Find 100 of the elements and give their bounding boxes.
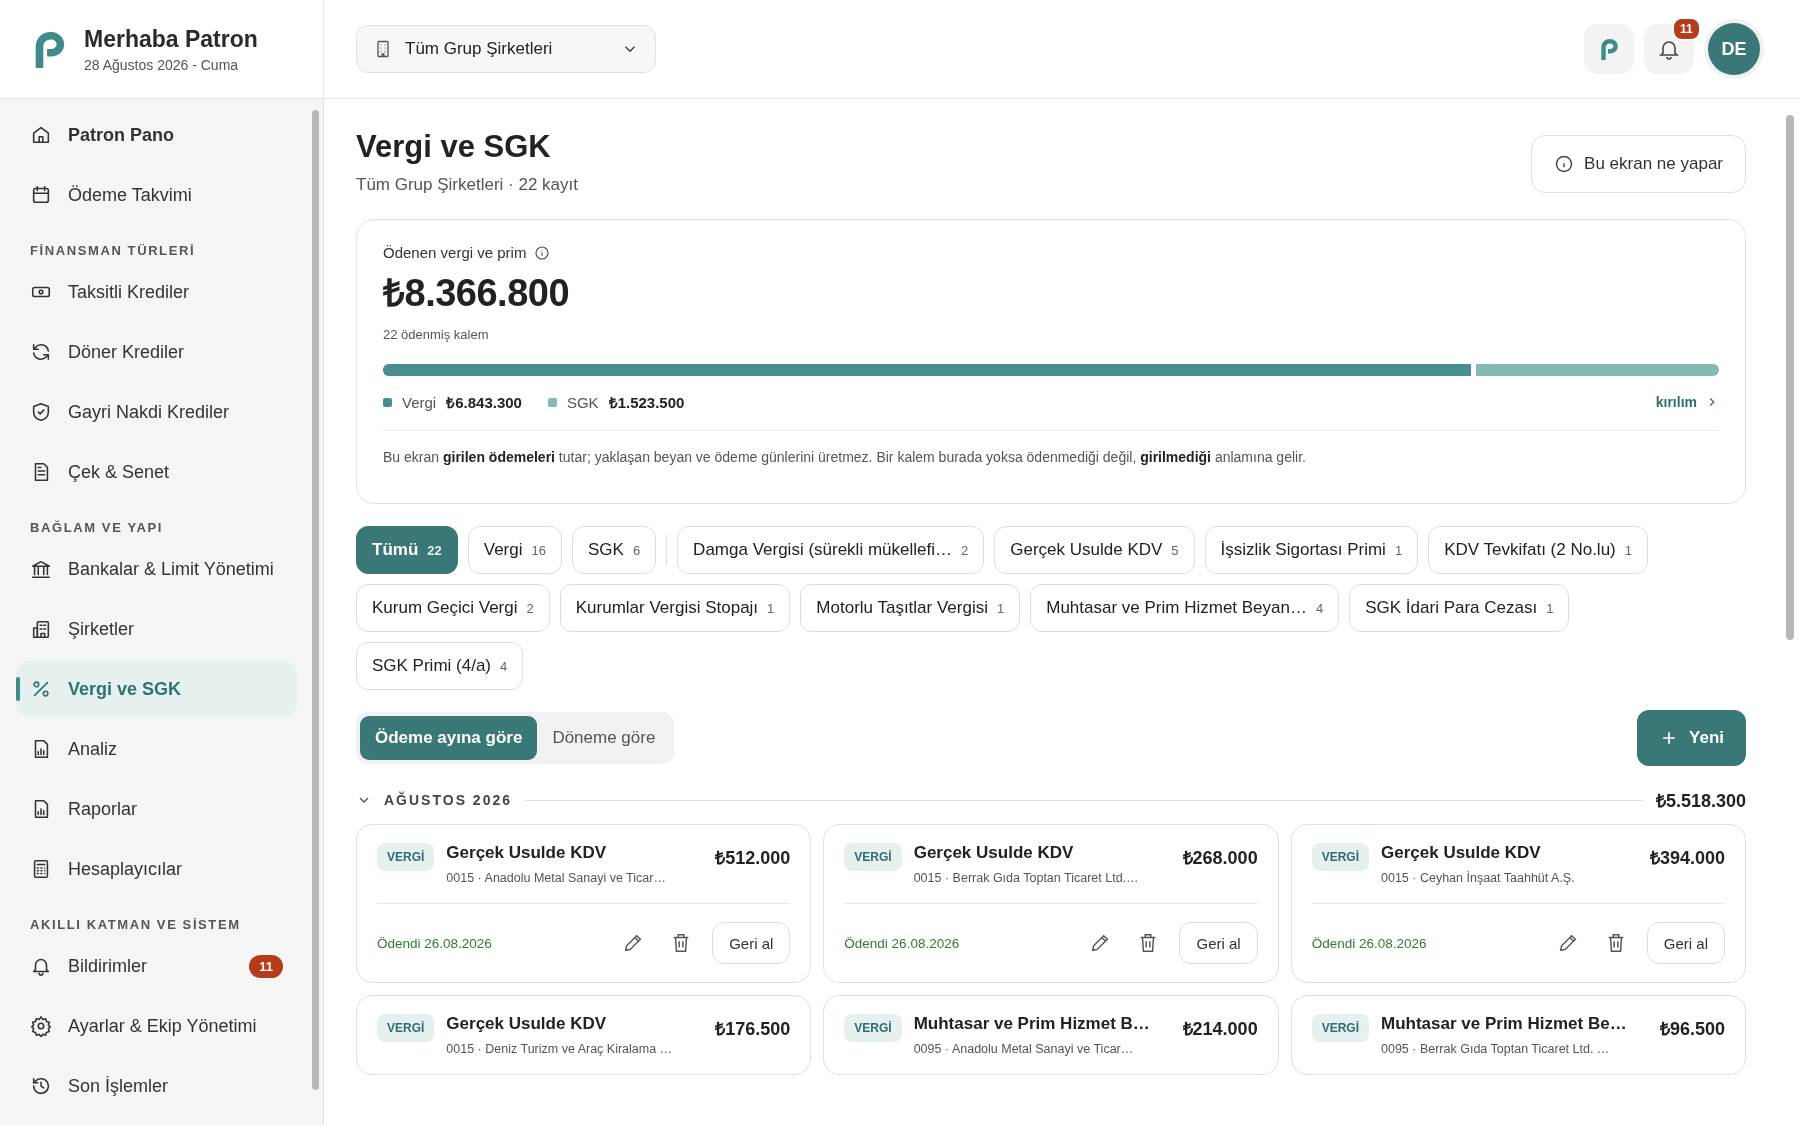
legend-amount: ₺1.523.500 [608,393,685,412]
filter-chip[interactable]: SGK İdari Para Cezası 1 [1349,584,1570,632]
notification-badge: 11 [1672,17,1701,41]
summary-label: Ödenen vergi ve prim [383,244,527,261]
card-amount: ₺512.000 [715,847,791,869]
company-select[interactable]: Tüm Grup Şirketleri [356,25,656,73]
type-tag: VERGİ [844,843,902,871]
count-badge: 11 [249,954,283,978]
scrollbar[interactable] [1786,115,1794,640]
company-text: 0015 · Anadolu Metal Sanayi ve Ticar… [446,871,667,885]
paid-status: Ödendi 26.08.2026 [844,935,960,951]
building-icon [30,618,52,640]
card-amount: ₺176.500 [715,1018,791,1040]
percent-icon [30,678,52,700]
sidebar-item[interactable]: Şirketler [16,601,297,657]
company-text: 0095 · Anadolu Metal Sanayi ve Ticar… [913,1042,1135,1056]
paid-status: Ödendi 26.08.2026 [377,935,492,951]
sidebar-item[interactable]: Taksitli Krediler [16,264,297,320]
undo-button[interactable]: Geri al [1646,922,1725,964]
filter-chip[interactable]: Damga Vergisi (sürekli mükellefi… 2 [677,526,985,574]
sidebar-item[interactable]: Patron Pano [16,107,297,163]
breakdown-link[interactable]: kırılım [1655,394,1719,410]
view-option[interactable]: Döneme göre [537,716,671,760]
filter-chip[interactable]: Kurumlar Vergisi Stopajı 1 [559,584,791,632]
type-tag: VERGİ [844,1014,902,1042]
legend-label: Vergi [402,393,437,411]
history-icon [30,1075,52,1097]
filter-chip[interactable]: Kurum Geçici Vergi 2 [356,584,550,632]
page-title: Vergi ve SGK [356,129,552,165]
sidebar-item[interactable]: Ödeme Takvimi [16,167,297,223]
sidebar-item[interactable]: Bildirimler 11 [16,938,297,994]
filter-chip[interactable]: SGK 6 [571,526,657,574]
new-button[interactable]: Yeni [1637,710,1746,766]
company-text: 0015 · Berrak Gıda Toptan Ticaret Ltd.… [913,871,1140,885]
greeting-title: Merhaba Patron [84,25,258,53]
card-amount: ₺214.000 [1182,1018,1258,1040]
logo-icon [1598,36,1620,62]
group-title: AĞUSTOS 2026 [384,792,512,808]
page-subtitle: Tüm Grup Şirketleri · 22 kayıt [356,175,578,195]
filter-chip[interactable]: SGK Primi (4/a) 4 [356,642,524,690]
undo-button[interactable]: Geri al [1179,922,1258,964]
card-title: Gerçek Usulde KDV [913,843,1075,863]
type-tag: VERGİ [1311,843,1369,871]
section-heading: AKILLI KATMAN VE SİSTEM [29,916,242,934]
sidebar-item[interactable]: Analiz [16,721,297,777]
company-text: 0015 · Ceyhan İnşaat Taahhüt A.Ş. [1381,871,1576,885]
refresh-icon [30,341,52,363]
company-text: 0095 · Berrak Gıda Toptan Ticaret Ltd. … [1381,1042,1611,1056]
filter-chip[interactable]: Muhtasar ve Prim Hizmet Beyan… 4 [1030,584,1340,632]
section-heading: BAĞLAM VE YAPI [29,519,164,537]
scrollbar[interactable] [312,110,319,1090]
filter-chip[interactable]: Motorlu Taşıtlar Vergisi 1 [800,584,1021,632]
info-icon [534,244,551,261]
view-option[interactable]: Ödeme ayına göre [360,716,538,760]
sidebar-item[interactable]: Hesaplayıcılar [16,841,297,897]
info-icon [1554,154,1575,174]
sidebar-item[interactable]: Raporlar [16,781,297,837]
legend-label: SGK [566,393,599,411]
item-count: 22 ödenmiş kalem [383,327,490,342]
card-title: Muhtasar ve Prim Hizmet Be… [1381,1014,1628,1034]
type-tag: VERGİ [377,1014,435,1042]
sidebar-item[interactable]: Döner Krediler [16,324,297,380]
card-title: Gerçek Usulde KDV [446,843,608,863]
filter-chip[interactable]: Vergi 16 [467,526,562,574]
card-amount: ₺268.000 [1182,847,1258,869]
sidebar-item[interactable]: Ayarlar & Ekip Yönetimi [16,998,297,1054]
filter-chip[interactable]: Tümü 22 [356,526,458,574]
type-tag: VERGİ [1311,1014,1369,1042]
sidebar-item[interactable]: Bankalar & Limit Yönetimi [16,541,297,597]
info-note: Bu ekran girilen ödemeleri tutar; yaklaşan beyan ve ödeme günlerini üretmez. Bir kalem burada yoksa ödenmediği değil, girilmediği anlamına gelir. [383,430,1719,487]
help-button[interactable]: Bu ekran ne yapar [1531,135,1746,193]
card-amount: ₺394.000 [1649,847,1725,869]
legend-amount: ₺6.843.300 [446,393,522,412]
date-text: 28 Ağustos 2026 - Cuma [84,56,240,73]
filter-chip[interactable]: İşsizlik Sigortası Primi 1 [1204,526,1419,574]
card-title: Gerçek Usulde KDV [1381,843,1542,863]
logo-button[interactable] [1584,24,1634,74]
undo-button[interactable]: Geri al [712,922,791,964]
card-title: Muhtasar ve Prim Hizmet B… [913,1014,1151,1034]
section-heading: FİNANSMAN TÜRLERİ [29,242,197,260]
sidebar-item[interactable]: Vergi ve SGK [16,661,297,717]
paid-status: Ödendi 26.08.2026 [1311,935,1427,951]
type-tag: VERGİ [377,843,435,871]
card-amount: ₺96.500 [1659,1018,1725,1040]
bank-icon [30,558,52,580]
shield-icon [30,401,52,423]
filter-chip[interactable]: Gerçek Usulde KDV 5 [994,526,1195,574]
total-amount: ₺8.366.800 [383,271,571,316]
filter-chip[interactable]: KDV Tevkifatı (2 No.lu) 1 [1428,526,1648,574]
sidebar-item[interactable]: Son İşlemler [16,1058,297,1114]
gear-icon [30,1015,52,1037]
company-text: 0015 · Deniz Turizm ve Araç Kiralama … [446,1042,674,1056]
notifications-button[interactable] [1644,24,1694,74]
card-title: Gerçek Usulde KDV [446,1014,608,1034]
sidebar-item[interactable]: Çek & Senet [16,444,297,500]
home-icon [30,124,52,146]
sidebar-item[interactable]: Gayri Nakdi Krediler [16,384,297,440]
group-total: ₺5.518.300 [1655,790,1746,812]
avatar[interactable]: DE [1708,23,1760,75]
calendar-icon [30,184,52,206]
